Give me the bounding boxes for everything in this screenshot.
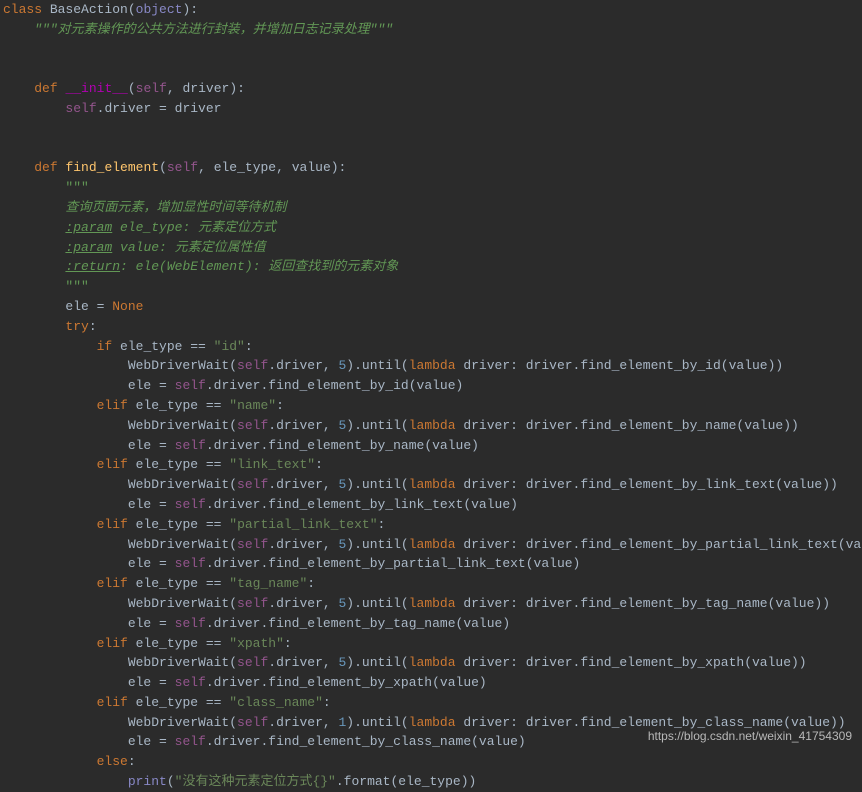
keyword-elif: elif (97, 695, 128, 710)
str-xpath: "xpath" (229, 636, 284, 651)
docstring-open: """ (65, 180, 88, 195)
str-id: "id" (214, 339, 245, 354)
self-ref: self (65, 101, 96, 116)
param-tag: :param (65, 240, 112, 255)
builtin-object: object (136, 2, 183, 17)
fn-find-element: find_element (65, 160, 159, 175)
err-msg: "没有这种元素定位方式{}" (175, 774, 336, 789)
keyword-def: def (34, 160, 57, 175)
param-driver: driver (183, 81, 230, 96)
watermark: https://blog.csdn.net/weixin_41754309 (648, 727, 852, 747)
param-self: self (136, 81, 167, 96)
docstring-close: """ (65, 279, 88, 294)
docstring-desc: 查询页面元素，增加显性时间等待机制 (65, 200, 286, 215)
keyword-class: class (3, 2, 42, 17)
str-link: "link_text" (229, 457, 315, 472)
fn-init: __init__ (65, 81, 127, 96)
return-desc: : ele(WebElement): 返回查找到的元素对象 (120, 259, 398, 274)
print-fn: print (128, 774, 167, 789)
str-plink: "partial_link_text" (229, 517, 377, 532)
param-self: self (167, 160, 198, 175)
return-tag: :return (65, 259, 120, 274)
keyword-elif: elif (97, 398, 128, 413)
keyword-try: try (65, 319, 88, 334)
class-name: BaseAction (50, 2, 128, 17)
keyword-elif: elif (97, 636, 128, 651)
param-value: value (292, 160, 331, 175)
str-name: "name" (229, 398, 276, 413)
keyword-elif: elif (97, 517, 128, 532)
keyword-elif: elif (97, 457, 128, 472)
none-literal: None (112, 299, 143, 314)
str-class: "class_name" (229, 695, 323, 710)
param-desc: value: 元素定位属性值 (112, 240, 265, 255)
param-tag: :param (65, 220, 112, 235)
class-docstring: """对元素操作的公共方法进行封装，并增加日志记录处理""" (34, 22, 393, 37)
param-ele-type: ele_type (214, 160, 276, 175)
keyword-def: def (34, 81, 57, 96)
keyword-if: if (97, 339, 113, 354)
keyword-elif: elif (97, 576, 128, 591)
param-desc: ele_type: 元素定位方式 (112, 220, 276, 235)
code-block: class BaseAction(object): """对元素操作的公共方法进… (0, 0, 862, 792)
keyword-else: else (97, 754, 128, 769)
str-tag: "tag_name" (229, 576, 307, 591)
